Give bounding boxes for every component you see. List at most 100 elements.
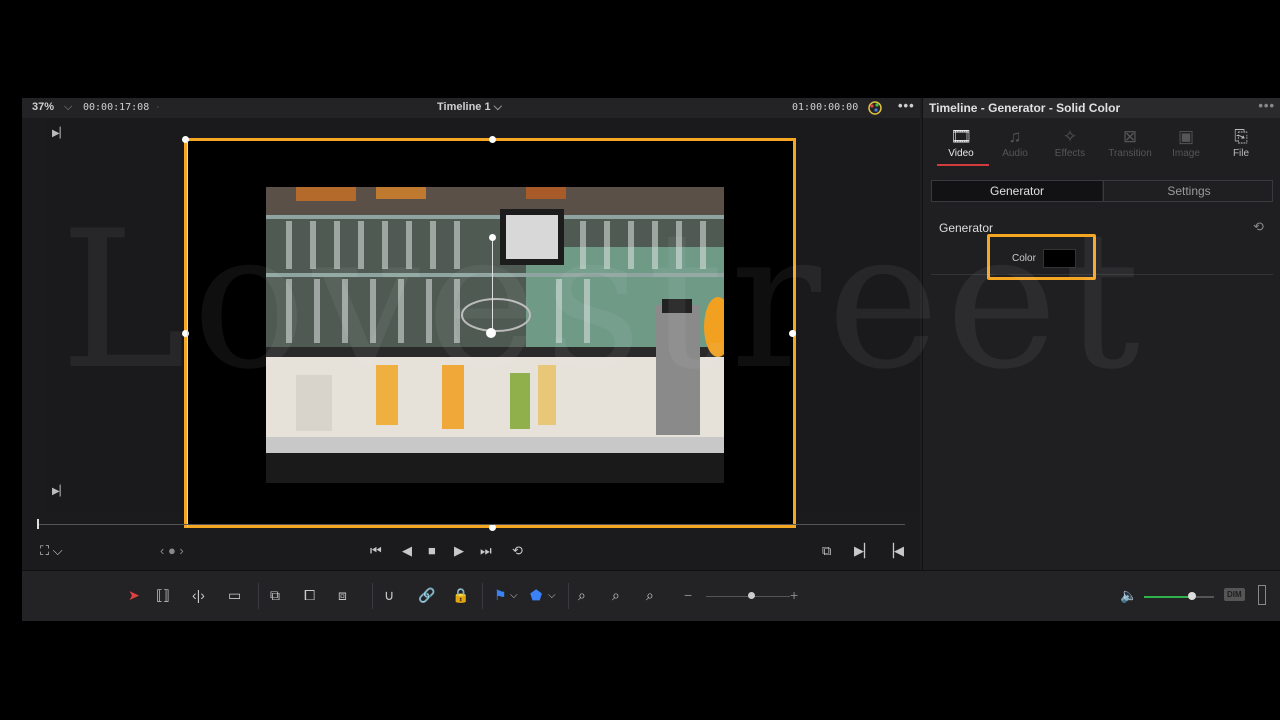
go-to-start-icon[interactable]: ▶▏ [52,128,67,139]
tab-transition[interactable]: ⊠ Transition [1100,126,1160,159]
go-to-end-icon[interactable]: ▶▏ [52,486,67,497]
timeline-title: Timeline 1 [437,101,491,113]
tab-audio[interactable]: ♫ Audio [987,126,1043,159]
rotation-handle[interactable] [489,234,496,241]
dot-icon: · [156,101,160,113]
viewer-canvas: ▶▏ ▶▏ [46,118,920,531]
skip-to-end-icon[interactable]: ⏭ [480,543,492,559]
film-icon: 🎞 [950,127,972,146]
playhead[interactable] [37,519,39,529]
viewer-header: 37% ⌵ 00:00:17:08 · Timeline 1 ⌵ 01:00:0… [22,98,920,118]
tab-file[interactable]: ⎘ File [1213,126,1269,159]
transition-icon: ⊠ [1122,127,1138,146]
timeline-timecode: 01:00:00:00 [792,102,859,113]
divider [568,583,569,609]
scrubber-bar[interactable] [37,524,905,525]
chevron-down-icon[interactable]: ⌵ [510,590,518,601]
zoom-level[interactable]: 37% [32,101,54,113]
reset-icon[interactable]: ⟲ [1253,219,1264,235]
overwrite-clip-icon[interactable]: ⧠ [304,587,315,604]
trim-tool-icon[interactable]: ⟦⟧ [156,587,170,604]
section-title: Generator [939,221,994,235]
tab-image[interactable]: ▣ Image [1158,126,1214,159]
loop-icon[interactable]: ⟲ [512,543,523,559]
file-icon: ⎘ [1234,127,1248,146]
tab-label: Image [1172,148,1200,159]
viewer-options-button[interactable]: ••• [898,98,915,113]
color-wheel-icon[interactable] [867,100,883,116]
inspector-tabs: 🎞 Video ♫ Audio ✧ Effects ⊠ Transition ▣… [923,120,1280,168]
mark-in-icon[interactable]: ▶▏ [854,543,874,559]
chevron-down-icon[interactable]: ⌵ [64,101,72,114]
transport-controls: ⛶ ⌵ ‹ ● › ⏮ ◀ ■ ▶ ⏭ ⟲ ⧉ ▶▏ ▕◀ [40,543,904,563]
edit-toolbar: ➤ ⟦⟧ ‹|› ▭ ⧉ ⧠ ⧈ ∪ 🔗 🔒 ⚑ ⌵ ⬟ ⌵ ⌕ ⌕ ⌕ − +… [22,570,1280,621]
tab-label: Video [948,148,974,159]
mark-out-icon[interactable]: ▕◀ [884,543,904,559]
tab-label: Transition [1108,148,1152,159]
tab-label: Effects [1054,148,1086,159]
tab-label: File [1232,148,1250,159]
divider [372,583,373,609]
dynamic-trim-icon[interactable]: ‹|› [192,587,205,603]
transform-frame[interactable] [182,136,796,531]
volume-slider-knob[interactable] [1188,592,1196,600]
zoom-full-icon[interactable]: ⌕ [578,587,586,604]
transform-handle[interactable] [789,330,796,337]
play-icon[interactable]: ▶ [454,543,464,559]
link-icon[interactable]: 🔗 [418,587,435,604]
viewer-panel: 37% ⌵ 00:00:17:08 · Timeline 1 ⌵ 01:00:0… [22,98,920,570]
inspector-panel: Timeline - Generator - Solid Color ••• 🎞… [922,98,1280,570]
chevron-down-icon[interactable]: ⌵ [548,590,556,601]
volume-slider-fill [1144,596,1192,598]
frame-left-guide [187,141,188,527]
source-timecode: 00:00:17:08 [83,102,150,113]
music-note-icon: ♫ [1008,127,1022,146]
divider [482,583,483,609]
lock-icon[interactable]: 🔒 [452,587,469,604]
subtab-settings[interactable]: Settings [1103,181,1274,201]
stop-icon[interactable]: ■ [428,543,436,558]
zoom-custom-icon[interactable]: ⌕ [646,587,654,604]
inspector-title: Timeline - Generator - Solid Color [929,101,1121,115]
play-reverse-icon[interactable]: ◀ [402,543,412,559]
subtab-generator[interactable]: Generator [932,181,1102,201]
rotation-handle-stem [492,238,493,334]
speaker-icon[interactable]: 🔈 [1120,587,1137,604]
insert-clip-icon[interactable]: ⧉ [270,587,280,604]
replace-clip-icon[interactable]: ⧈ [338,587,347,604]
tab-effects[interactable]: ✧ Effects [1042,126,1098,159]
magic-wand-icon: ✧ [1062,127,1078,146]
transform-handle[interactable] [489,524,496,531]
selection-tool-icon[interactable]: ➤ [128,587,140,604]
active-tab-underline [937,164,989,166]
color-label: Color [1012,253,1036,264]
dim-button[interactable]: DIM [1224,588,1245,601]
divider [931,274,1273,275]
flag-icon[interactable]: ⚑ [494,587,507,604]
color-swatch[interactable] [1043,249,1076,268]
color-highlight-box: Color [987,234,1096,280]
zoom-in-icon[interactable]: + [790,587,798,603]
inspector-subtabs: Generator Settings [931,180,1273,202]
chevron-down-icon: ⌵ [493,101,503,113]
image-icon: ▣ [1177,127,1195,146]
match-frame-icon[interactable]: ‹ ● › [160,543,184,558]
marker-icon[interactable]: ⬟ [530,587,542,604]
blade-tool-icon[interactable]: ▭ [228,587,241,604]
divider [258,583,259,609]
snapping-icon[interactable]: ∪ [384,587,394,604]
skip-to-start-icon[interactable]: ⏮ [370,543,382,559]
transform-tool-icon[interactable]: ⛶ ⌵ [40,543,63,559]
tab-video[interactable]: 🎞 Video [933,126,989,159]
zoom-detail-icon[interactable]: ⌕ [612,587,620,604]
fullscreen-icon[interactable]: ⧉ [822,543,831,559]
inspector-options-button[interactable]: ••• [1258,98,1275,113]
resolve-app: 37% ⌵ 00:00:17:08 · Timeline 1 ⌵ 01:00:0… [22,98,1280,621]
transform-handle[interactable] [489,136,496,143]
timeline-selector[interactable]: Timeline 1 ⌵ [437,101,502,114]
zoom-slider-knob[interactable] [748,592,755,599]
zoom-out-icon[interactable]: − [684,587,692,603]
audio-meter [1258,585,1266,605]
inspector-header: Timeline - Generator - Solid Color ••• [923,98,1280,118]
anchor-point[interactable] [486,328,496,338]
